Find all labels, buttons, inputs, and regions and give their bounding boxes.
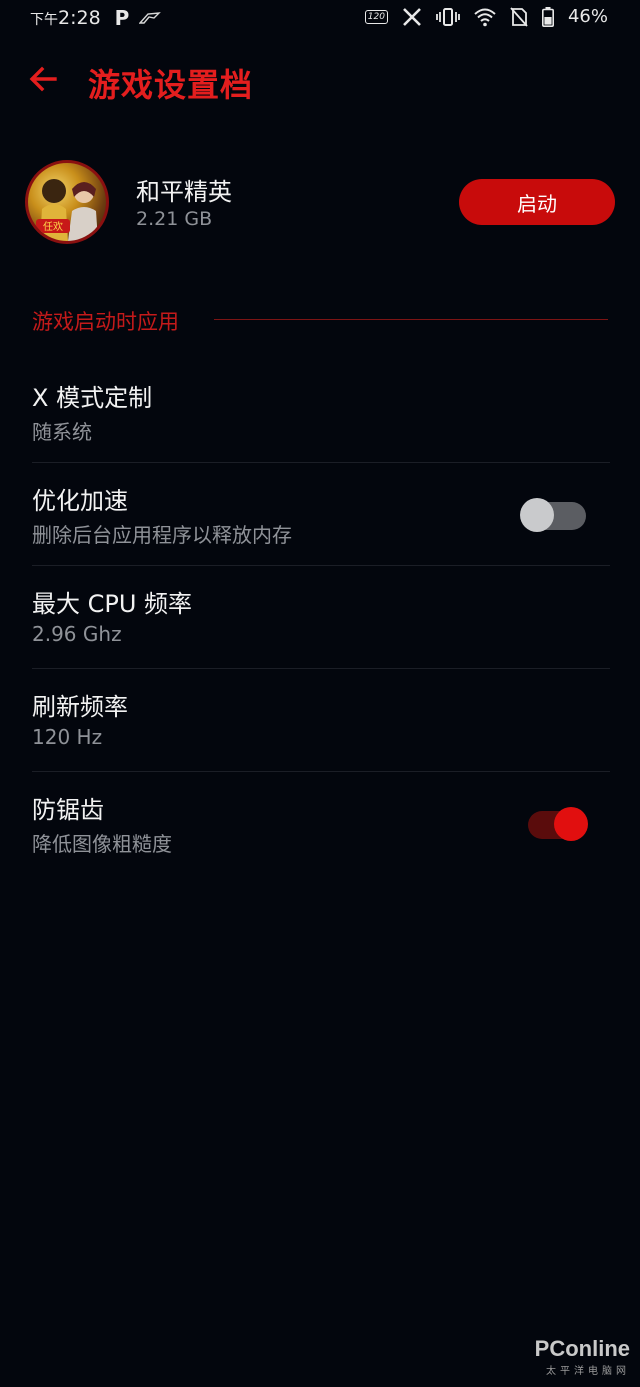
- vibrate-icon: [436, 7, 460, 26]
- game-icon: 任欢: [25, 160, 109, 244]
- game-name: 和平精英: [136, 178, 232, 206]
- setting-title: 最大 CPU 频率: [32, 590, 193, 618]
- setting-title: X 模式定制: [32, 384, 153, 412]
- setting-optimize-boost[interactable]: 优化加速 删除后台应用程序以释放内存: [0, 463, 640, 566]
- section-divider: [214, 319, 608, 320]
- game-profile-screen: 下午2:28 P 120 46% 游戏设置档 任欢 和平精英 2.21 GB 启…: [0, 0, 640, 1387]
- setting-subtitle: 120 Hz: [32, 725, 103, 749]
- no-sim-icon: [510, 6, 528, 27]
- battery-percent: 46%: [567, 6, 608, 27]
- setting-title: 刷新频率: [32, 693, 128, 721]
- back-arrow-icon[interactable]: [28, 64, 58, 94]
- watermark-subtitle: 太平洋电脑网: [546, 1366, 630, 1377]
- game-size: 2.21 GB: [136, 208, 213, 230]
- setting-subtitle: 2.96 Ghz: [32, 622, 122, 646]
- status-right: 120 46%: [364, 6, 608, 27]
- setting-max-cpu-frequency[interactable]: 最大 CPU 频率 2.96 Ghz: [0, 566, 640, 669]
- setting-subtitle: 随系统: [32, 420, 92, 444]
- battery-icon: [541, 6, 554, 27]
- page-title: 游戏设置档: [88, 66, 254, 104]
- toggle-knob: [520, 498, 554, 532]
- game-artwork-icon: 任欢: [36, 179, 98, 241]
- settings-list: X 模式定制 随系统 优化加速 删除后台应用程序以释放内存 最大 CPU 频率 …: [0, 360, 640, 875]
- watermark-brand: PConline: [534, 1336, 630, 1361]
- setting-title: 防锯齿: [32, 796, 104, 824]
- setting-refresh-rate[interactable]: 刷新频率 120 Hz: [0, 669, 640, 772]
- anti-aliasing-toggle[interactable]: [526, 807, 588, 841]
- setting-subtitle: 降低图像粗糙度: [32, 832, 172, 856]
- status-time: 2:28: [58, 7, 101, 29]
- setting-anti-aliasing[interactable]: 防锯齿 降低图像粗糙度: [0, 772, 640, 875]
- refresh-rate-icon: 120: [364, 9, 388, 24]
- launch-button[interactable]: 启动: [459, 179, 615, 225]
- setting-x-mode[interactable]: X 模式定制 随系统: [0, 360, 640, 463]
- section-title: 游戏启动时应用: [32, 310, 179, 334]
- watermark-logo: PConline 太平洋电脑网: [535, 1336, 630, 1377]
- setting-subtitle: 删除后台应用程序以释放内存: [32, 523, 292, 547]
- app-header: 游戏设置档: [0, 56, 640, 112]
- game-icon-text: 任欢: [43, 220, 63, 233]
- x-mode-icon: [403, 7, 421, 26]
- game-info-row: 任欢 和平精英 2.21 GB 启动: [0, 158, 640, 248]
- status-time-prefix: 下午: [30, 12, 58, 28]
- optimize-boost-toggle[interactable]: [520, 498, 588, 532]
- status-left: 下午2:28 P: [30, 6, 162, 30]
- status-time-group: 下午2:28: [30, 7, 101, 29]
- section-header: 游戏启动时应用: [32, 304, 608, 338]
- toggle-knob: [554, 807, 588, 841]
- rog-logo-icon: [139, 12, 162, 24]
- parking-notification-icon: P: [114, 6, 130, 30]
- launch-button-label: 启动: [517, 191, 557, 216]
- wifi-icon: [474, 8, 496, 26]
- setting-title: 优化加速: [32, 487, 128, 515]
- status-bar: 下午2:28 P 120 46%: [0, 0, 640, 36]
